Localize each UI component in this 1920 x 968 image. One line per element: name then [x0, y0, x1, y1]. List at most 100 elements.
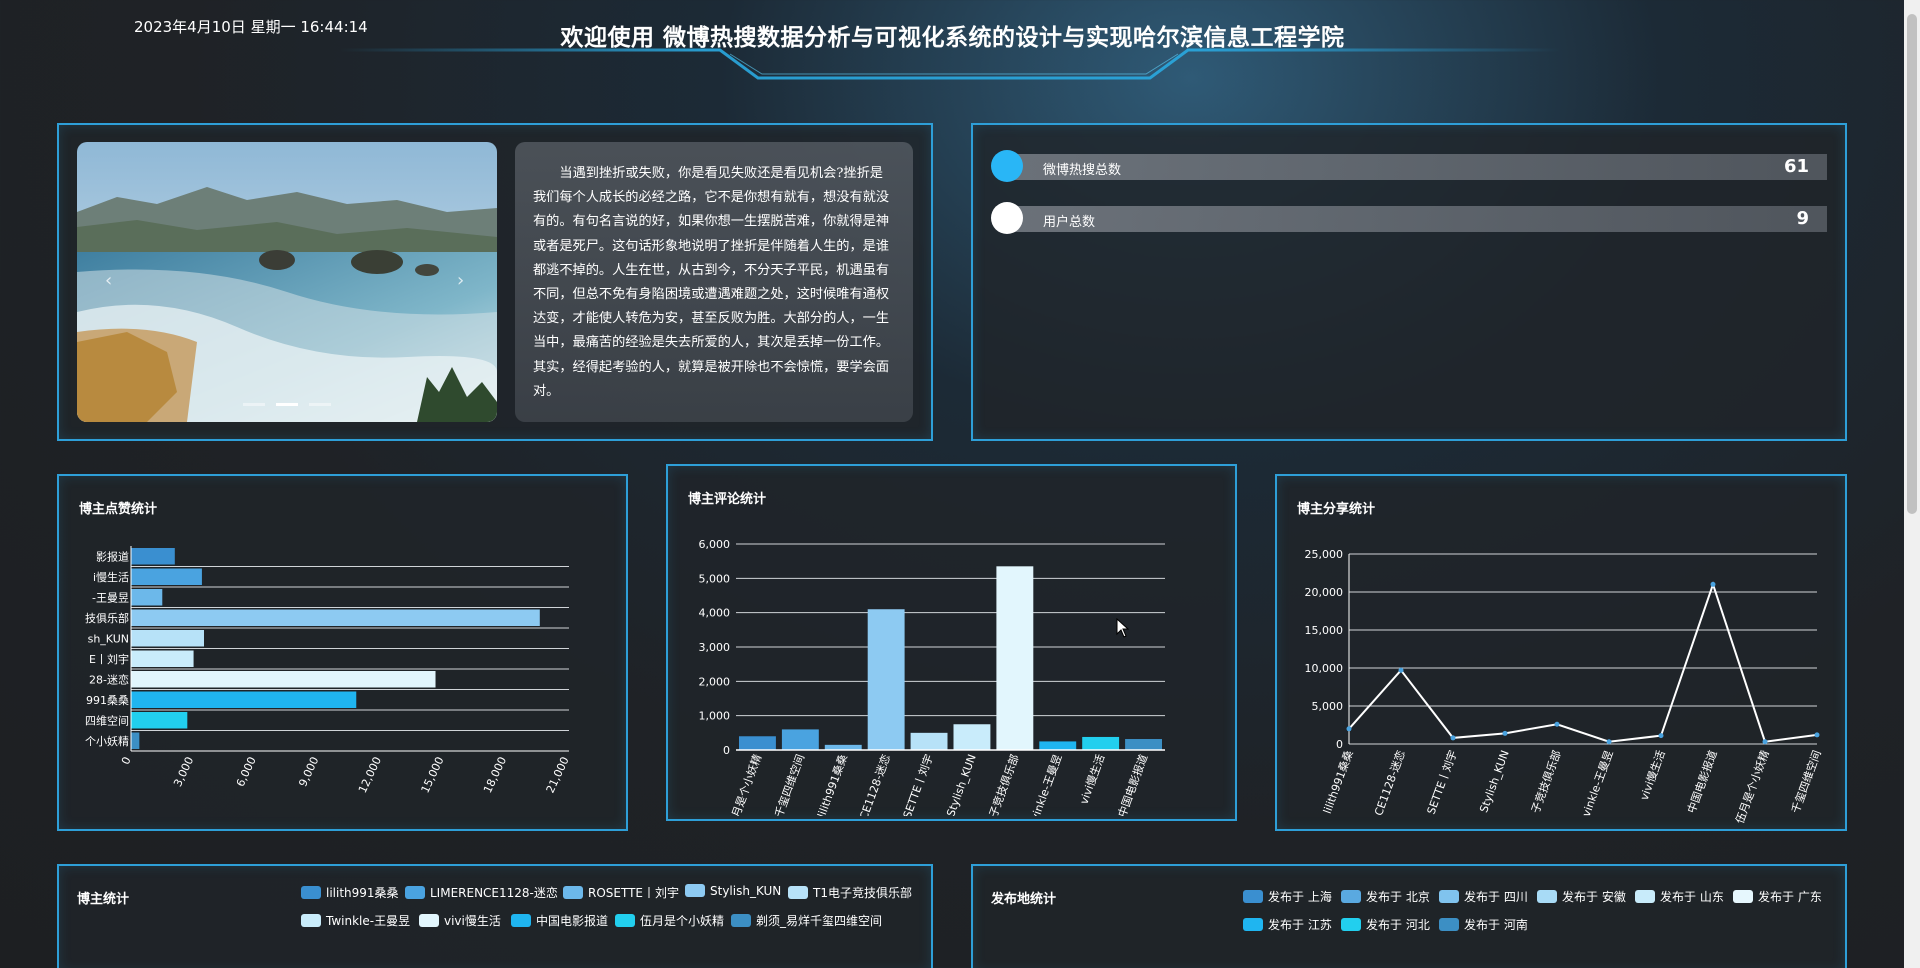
- legend-label: 剃须_易烊千玺四维空间: [756, 914, 883, 928]
- legend-swatch: [1733, 890, 1753, 903]
- legend-item[interactable]: 剃须_易烊千玺四维空间: [731, 912, 882, 929]
- likes-x-tick-label: 3,000: [171, 755, 196, 789]
- legend-label: vivi慢生活: [444, 914, 501, 928]
- shares-x-tick-label: SETTE丨刘宇: [1425, 749, 1460, 817]
- carousel-prev-icon[interactable]: ‹: [105, 270, 112, 291]
- legend-item[interactable]: 发布于 山东: [1635, 888, 1724, 905]
- comments-x-tick-label: 伍月是个小妖精: [725, 752, 764, 816]
- shares-y-tick-label: 20,000: [1305, 586, 1344, 599]
- legend-swatch: [731, 914, 751, 927]
- comments-x-tick-label: vinkle-王曼昱: [1029, 753, 1065, 816]
- shares-chart-panel: 博主分享统计 0 5,000 10,000 15,000 20,000 25,000 lil…: [1275, 474, 1847, 831]
- carousel-dot[interactable]: [242, 403, 265, 406]
- intro-panel: ‹ › 当遇到挫折或失败，你是看见失败还是看见机会?挫折是我们每个人成长的必经之…: [57, 123, 933, 441]
- likes-bar: [131, 691, 357, 708]
- shares-y-tick-label: 10,000: [1305, 662, 1344, 675]
- likes-x-tick-label: 6,000: [234, 755, 259, 789]
- legend-item[interactable]: LIMERENCE1128-迷恋: [405, 884, 558, 901]
- legend-item[interactable]: 发布于 上海: [1243, 888, 1332, 905]
- image-carousel[interactable]: ‹ ›: [77, 142, 497, 422]
- shares-x-tick-label: CE1128-迷恋: [1371, 748, 1408, 817]
- comments-bar: [910, 732, 948, 750]
- region-stats-panel: 发布地统计 发布于 上海 发布于 北京 发布于 四川 发布于 安徽 发布于 山东 发布于 …: [971, 864, 1847, 968]
- comments-y-tick-label: 0: [723, 744, 730, 757]
- shares-point: [1606, 739, 1612, 745]
- likes-x-tick-label: 18,000: [481, 755, 509, 795]
- stat-dot-icon: [991, 202, 1023, 234]
- likes-category-label: 四维空间: [85, 713, 129, 727]
- shares-x-tick-label: vinkle-王曼昱: [1580, 749, 1616, 819]
- blogger-stats-title: 博主统计: [77, 892, 130, 907]
- legend-item[interactable]: 伍月是个小妖精: [615, 912, 724, 929]
- legend-item[interactable]: T1电子竞技俱乐部: [788, 884, 912, 901]
- mouse-cursor-icon: [1116, 618, 1130, 638]
- likes-bar: [131, 732, 140, 749]
- comments-x-tick-label: SETTE丨刘宇: [901, 753, 936, 816]
- legend-swatch: [788, 886, 808, 899]
- legend-swatch: [405, 886, 425, 899]
- carousel-dot[interactable]: [276, 403, 298, 406]
- likes-category-label: 991桑桑: [86, 694, 129, 707]
- stat-value: 9: [1796, 208, 1809, 229]
- header: 2023年4月10日 星期一 16:44:14 欢迎使用 微博热搜数据分析与可视…: [0, 0, 1920, 90]
- shares-point: [1762, 739, 1768, 745]
- legend-label: Twinkle-王曼昱: [326, 914, 411, 928]
- legend-item[interactable]: 发布于 四川: [1439, 888, 1528, 905]
- stat-bar: [1007, 206, 1827, 232]
- comments-x-tick-label: 千玺四维空间: [771, 752, 807, 816]
- scrollbar-thumb[interactable]: [1907, 14, 1917, 514]
- likes-chart-panel: 博主点赞统计 影报道 i慢生活 -王曼昱 技俱乐部 sh_KUN E丨刘宇 28-迷恋 991…: [57, 474, 628, 831]
- likes-category-label: -王曼昱: [92, 591, 129, 604]
- legend-item[interactable]: 发布于 安徽: [1537, 888, 1626, 905]
- legend-item[interactable]: 发布于 河北: [1341, 916, 1430, 933]
- comments-y-tick-label: 5,000: [699, 572, 731, 585]
- carousel-next-icon[interactable]: ›: [457, 270, 464, 291]
- legend-label: 发布于 四川: [1464, 890, 1528, 904]
- likes-category-label: 28-迷恋: [89, 672, 129, 686]
- shares-chart-title: 博主分享统计: [1297, 502, 1376, 517]
- stat-dot-icon: [991, 150, 1023, 182]
- landscape-image: [77, 142, 497, 422]
- likes-bar: [131, 589, 163, 606]
- shares-x-tick-label: vivi慢生活: [1637, 748, 1668, 802]
- likes-x-tick-label: 9,000: [296, 755, 321, 789]
- legend-swatch: [615, 914, 635, 927]
- legend-swatch: [685, 884, 705, 897]
- legend-item[interactable]: Twinkle-王曼昱: [301, 912, 410, 929]
- legend-label: 发布于 广东: [1758, 890, 1822, 904]
- stat-label: 微博热搜总数: [1043, 163, 1122, 178]
- comments-bar: [953, 724, 991, 750]
- legend-item[interactable]: 中国电影报道: [511, 912, 608, 929]
- stats-panel: 微博热搜总数 61 用户总数 9: [971, 123, 1847, 441]
- stat-bar: [1007, 154, 1827, 180]
- quote-card: 当遇到挫折或失败，你是看见失败还是看见机会?挫折是我们每个人成长的必经之路，它不…: [515, 142, 913, 422]
- comments-y-tick-label: 2,000: [699, 675, 731, 688]
- comments-x-tick-label: CE1128-迷恋: [856, 752, 893, 816]
- legend-item[interactable]: 发布于 广东: [1733, 888, 1822, 905]
- likes-x-tick-label: 21,000: [544, 755, 572, 795]
- likes-category-label: 技俱乐部: [85, 611, 129, 625]
- stat-value: 61: [1783, 156, 1809, 177]
- legend-item[interactable]: 发布于 江苏: [1243, 916, 1332, 933]
- shares-point: [1658, 733, 1664, 739]
- legend-label: 发布于 安徽: [1562, 890, 1626, 904]
- legend-item[interactable]: Stylish_KUN: [685, 884, 781, 898]
- shares-line: [1348, 581, 1818, 743]
- likes-x-tick-label: 15,000: [419, 755, 447, 795]
- comments-chart-panel: 博主评论统计 0 1,000 2,000 3,000 4,000 5,000 6,000 伍月…: [666, 464, 1237, 821]
- comments-chart-title: 博主评论统计: [688, 492, 767, 507]
- legend-label: ROSETTE丨刘宇: [588, 886, 680, 900]
- legend-swatch: [301, 886, 321, 899]
- shares-x-tick-label: 子竞技俱乐部: [1528, 748, 1564, 815]
- legend-item[interactable]: ROSETTE丨刘宇: [563, 884, 679, 901]
- legend-item[interactable]: vivi慢生活: [419, 912, 501, 929]
- comments-y-tick-label: 1,000: [699, 710, 731, 723]
- shares-chart: 0 5,000 10,000 15,000 20,000 25,000 lilith991桑…: [1305, 548, 1824, 825]
- legend-item[interactable]: lilith991桑桑: [301, 884, 399, 901]
- legend-item[interactable]: 发布于 河南: [1439, 916, 1528, 933]
- carousel-dot[interactable]: [309, 403, 332, 406]
- legend-item[interactable]: 发布于 北京: [1341, 888, 1430, 905]
- page-scrollbar[interactable]: [1904, 0, 1920, 968]
- legend-swatch: [1243, 890, 1263, 903]
- legend-swatch: [1537, 890, 1557, 903]
